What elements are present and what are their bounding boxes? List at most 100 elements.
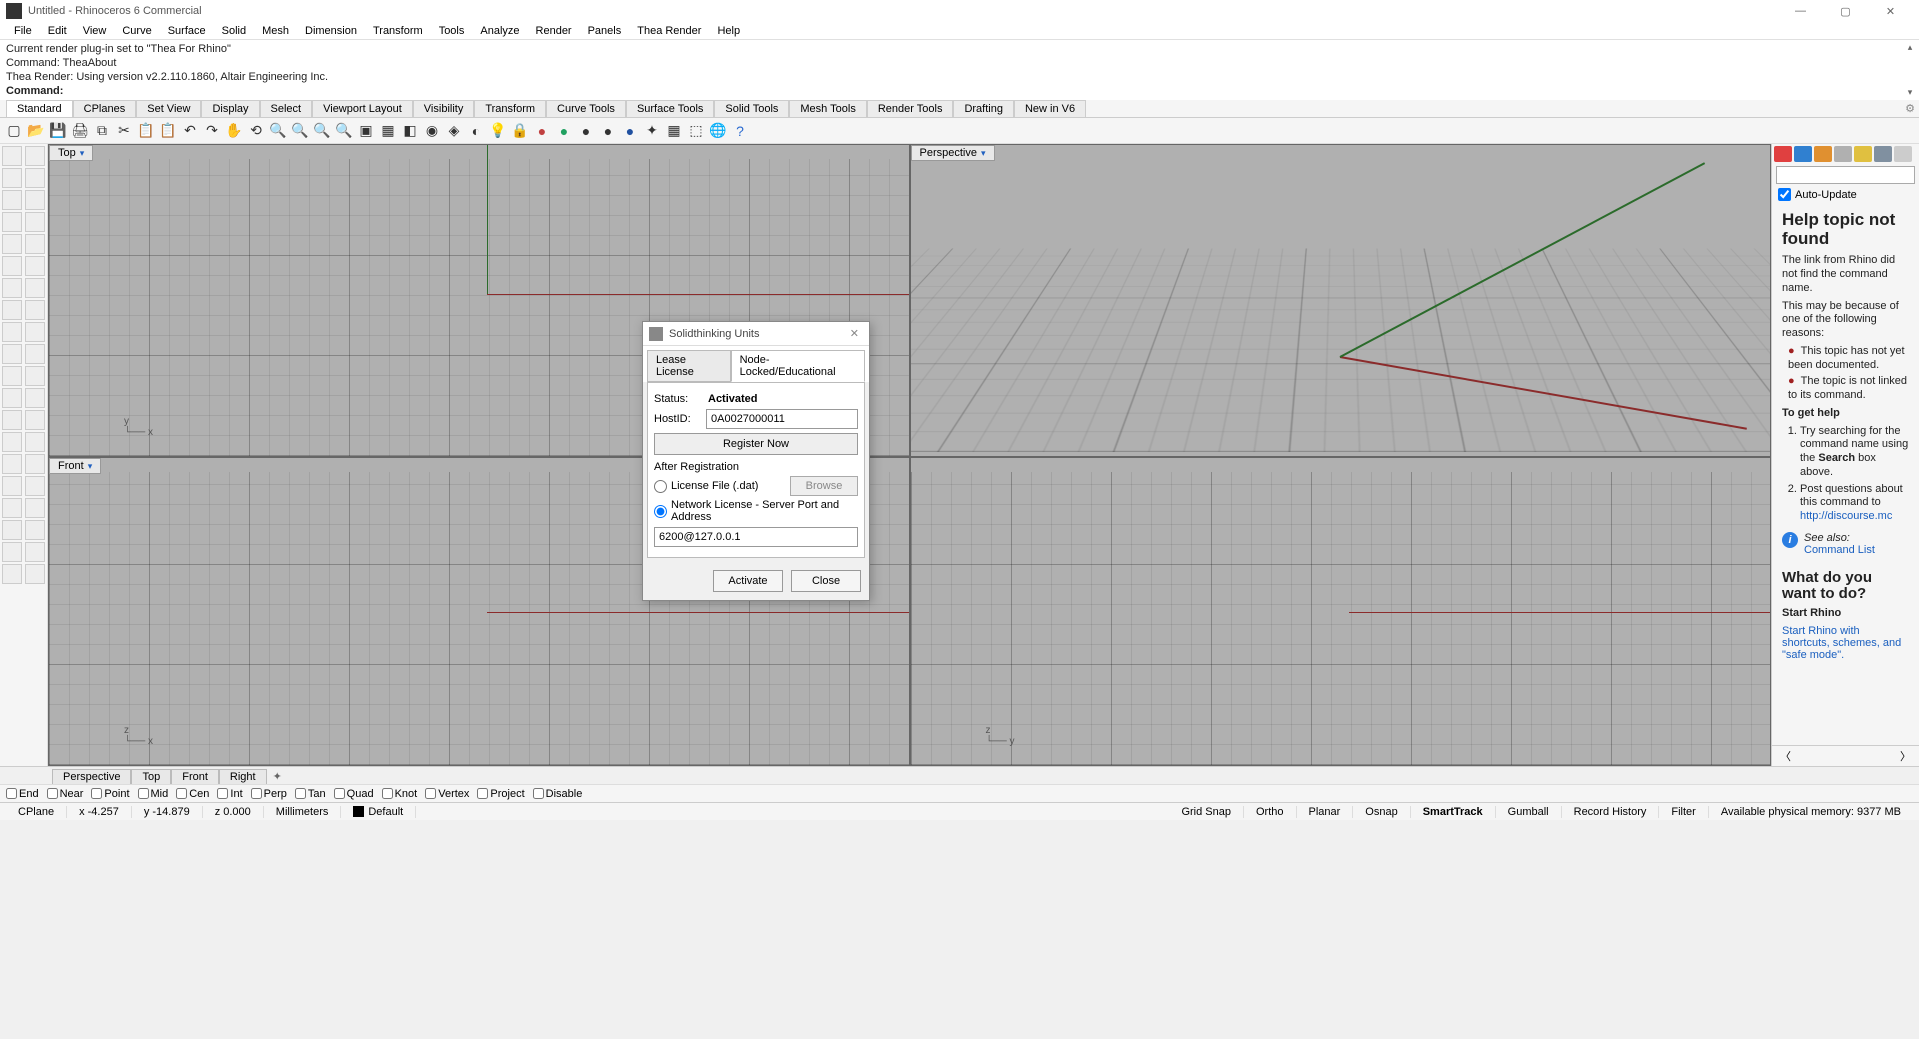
command-prompt[interactable]: Command: — [6, 84, 1913, 98]
license-file-radio[interactable] — [654, 480, 667, 493]
add-viewport-tab[interactable]: ✦ — [267, 769, 288, 784]
command-list-link[interactable]: Command List — [1804, 544, 1875, 556]
clipboard-icon[interactable]: 📋 — [158, 121, 178, 141]
zoom-window-icon[interactable]: 🔍 — [290, 121, 310, 141]
gear-icon[interactable]: ⚙ — [1905, 102, 1915, 115]
vtab-front[interactable]: Front — [171, 769, 219, 784]
menu-tools[interactable]: Tools — [431, 25, 473, 37]
chevron-down-icon[interactable]: ▾ — [981, 148, 986, 159]
points-icon[interactable] — [25, 256, 45, 276]
menu-help[interactable]: Help — [709, 25, 748, 37]
server-address-field[interactable] — [654, 527, 858, 547]
point-icon[interactable] — [2, 256, 22, 276]
check-icon[interactable] — [25, 542, 45, 562]
edit-icon[interactable] — [25, 498, 45, 518]
status-units[interactable]: Millimeters — [264, 806, 342, 818]
lock-icon[interactable]: 🔒 — [510, 121, 530, 141]
tool-b-icon[interactable]: ▦ — [664, 121, 684, 141]
explode-icon[interactable] — [25, 322, 45, 342]
command-area[interactable]: Current render plug-in set to "Thea For … — [0, 40, 1919, 100]
close-icon[interactable]: ✕ — [846, 327, 863, 340]
render-icon[interactable] — [2, 564, 22, 584]
scale-tool-icon[interactable] — [25, 388, 45, 408]
render-color-icon[interactable]: ● — [532, 121, 552, 141]
four-view-icon[interactable]: ▦ — [378, 121, 398, 141]
prev-icon[interactable]: 〈 — [1780, 748, 1791, 764]
curve-icon[interactable] — [25, 168, 45, 188]
start-rhino-link[interactable]: Start Rhino with shortcuts, schemes, and… — [1782, 625, 1901, 661]
tab-set-view[interactable]: Set View — [136, 100, 201, 117]
fillet-icon[interactable] — [2, 432, 22, 452]
shade-icon[interactable]: ◐ — [466, 121, 486, 141]
status-layer[interactable]: Default — [341, 806, 416, 818]
menu-view[interactable]: View — [75, 25, 115, 37]
panel-tab-icon[interactable] — [1814, 146, 1832, 162]
panel-tab-icon[interactable] — [1794, 146, 1812, 162]
vtab-perspective[interactable]: Perspective — [52, 769, 131, 784]
tab-display[interactable]: Display — [201, 100, 259, 117]
boolean-icon[interactable] — [2, 498, 22, 518]
next-icon[interactable]: 〉 — [1900, 748, 1911, 764]
status-filter[interactable]: Filter — [1659, 806, 1708, 818]
sphere-2-icon[interactable]: ● — [598, 121, 618, 141]
tab-cplanes[interactable]: CPlanes — [73, 100, 137, 117]
register-button[interactable]: Register Now — [654, 433, 858, 455]
tab-solid-tools[interactable]: Solid Tools — [714, 100, 789, 117]
vtab-top[interactable]: Top — [131, 769, 171, 784]
menu-edit[interactable]: Edit — [40, 25, 75, 37]
minimize-button[interactable]: — — [1778, 0, 1823, 22]
tab-lease-license[interactable]: Lease License — [647, 350, 731, 382]
copy-icon[interactable]: ⧉ — [92, 121, 112, 141]
tab-visibility[interactable]: Visibility — [413, 100, 475, 117]
box-icon[interactable] — [2, 278, 22, 298]
close-button[interactable]: ✕ — [1868, 0, 1913, 22]
rotate-icon[interactable]: ⟲ — [246, 121, 266, 141]
sweep-icon[interactable] — [25, 476, 45, 496]
cylinder-icon[interactable] — [25, 278, 45, 298]
sphere-tool-icon[interactable] — [2, 300, 22, 320]
extrude-icon[interactable] — [2, 322, 22, 342]
menu-surface[interactable]: Surface — [160, 25, 214, 37]
status-smarttrack[interactable]: SmartTrack — [1411, 806, 1496, 818]
move-tool-icon[interactable] — [25, 366, 45, 386]
material-icon[interactable]: ● — [554, 121, 574, 141]
select-icon[interactable] — [2, 146, 22, 166]
chevron-down-icon[interactable]: ▾ — [88, 461, 93, 472]
status-ortho[interactable]: Ortho — [1244, 806, 1297, 818]
viewport-right[interactable]: z└── y — [910, 457, 1772, 766]
activate-button[interactable]: Activate — [713, 570, 783, 592]
tab-viewport-layout[interactable]: Viewport Layout — [312, 100, 413, 117]
tab-drafting[interactable]: Drafting — [953, 100, 1014, 117]
loft-icon[interactable] — [2, 476, 22, 496]
menu-file[interactable]: File — [6, 25, 40, 37]
close-button[interactable]: Close — [791, 570, 861, 592]
status-cplane[interactable]: CPlane — [6, 806, 67, 818]
ellipse-icon[interactable] — [2, 234, 22, 254]
new-icon[interactable]: ▢ — [4, 121, 24, 141]
help-icon[interactable]: ? — [730, 121, 750, 141]
viewport-perspective[interactable]: Perspective▾ — [910, 144, 1772, 457]
array-icon[interactable] — [25, 410, 45, 430]
status-record-history[interactable]: Record History — [1562, 806, 1660, 818]
cut-icon[interactable]: ✂ — [114, 121, 134, 141]
circle-icon[interactable] — [2, 190, 22, 210]
panel-tab-icon[interactable] — [1854, 146, 1872, 162]
menu-curve[interactable]: Curve — [114, 25, 159, 37]
lasso-icon[interactable] — [25, 146, 45, 166]
tab-transform[interactable]: Transform — [474, 100, 546, 117]
chamfer-icon[interactable] — [25, 432, 45, 452]
menu-solid[interactable]: Solid — [214, 25, 254, 37]
save-icon[interactable]: 💾 — [48, 121, 68, 141]
sphere-3-icon[interactable]: ● — [620, 121, 640, 141]
tab-standard[interactable]: Standard — [6, 100, 73, 117]
dialog-titlebar[interactable]: Solidthinking Units ✕ — [643, 322, 869, 346]
sphere-1-icon[interactable]: ● — [576, 121, 596, 141]
arc-icon[interactable] — [25, 190, 45, 210]
menu-mesh[interactable]: Mesh — [254, 25, 297, 37]
polygon-icon[interactable] — [25, 212, 45, 232]
open-icon[interactable]: 📂 — [26, 121, 46, 141]
light-icon[interactable]: 💡 — [488, 121, 508, 141]
network-license-radio[interactable] — [654, 505, 667, 518]
menu-render[interactable]: Render — [528, 25, 580, 37]
offset-icon[interactable] — [25, 454, 45, 474]
